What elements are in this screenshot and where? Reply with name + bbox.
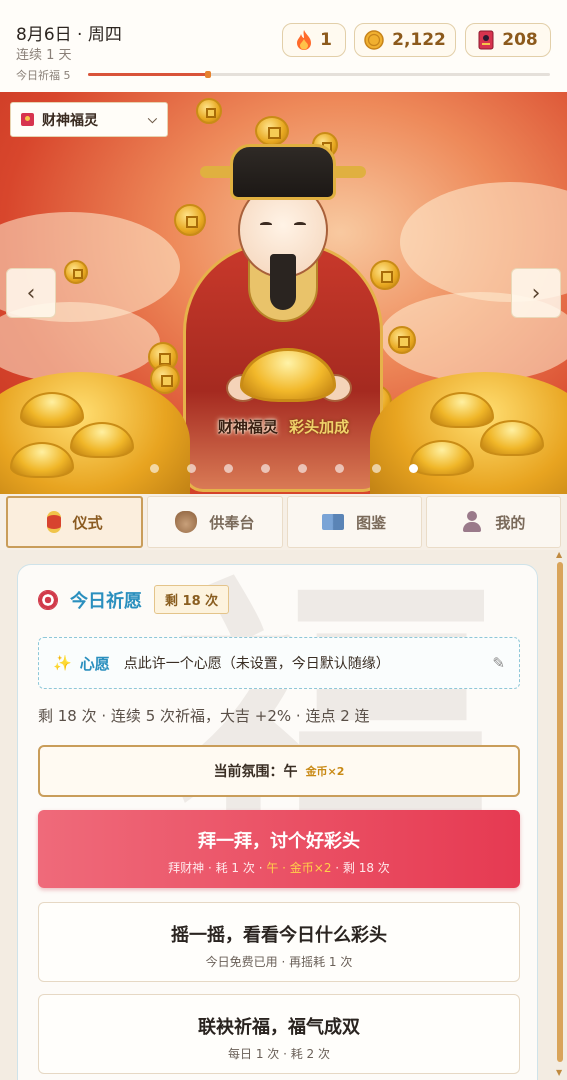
tab-ritual[interactable]: 仪式 [6, 496, 144, 548]
pagination-dot[interactable] [297, 464, 307, 473]
coin-icon [364, 30, 384, 50]
tab-label: 图鉴 [356, 513, 387, 532]
wish-input-box[interactable]: ✨ 心愿 点此许一个心愿（未设置，今日默认随缘） ✎ [38, 637, 520, 689]
sparkle-icon: ✨ [53, 654, 72, 672]
pagination-dot[interactable] [223, 464, 233, 473]
date-label: 8月6日 · 周四 [16, 25, 122, 45]
wish-text: 点此许一个心愿（未设置，今日默认随缘） [123, 656, 390, 672]
coin-decoration [370, 260, 400, 290]
banner-prev-button[interactable]: ‹ [6, 268, 56, 318]
card-header: 今日祈愿 剩 18 次 [38, 585, 230, 614]
chevron-down-icon: ⌵ [147, 112, 157, 126]
scroll-down-icon[interactable]: ▼ [556, 1068, 562, 1077]
banner-next-button[interactable]: › [511, 268, 561, 318]
coin-decoration [174, 204, 206, 236]
deity-eye [294, 222, 306, 227]
coin-decoration [255, 116, 289, 146]
page-scrollbar[interactable]: ▲ ▼ [556, 550, 563, 1080]
bless-progress-label: 今日祈福 5 [16, 69, 71, 82]
shake-button-title: 摇一摇，看看今日什么彩头 [171, 925, 387, 946]
coin-decoration [196, 98, 222, 124]
lantern-icon [46, 511, 61, 533]
bless-progress-fill [88, 73, 209, 76]
atmosphere-tag: 金币×2 [305, 765, 345, 778]
coin-counter[interactable]: 2,122 [354, 23, 456, 57]
daily-prayer-card: 福 今日祈愿 剩 18 次 ✨ 心愿 点此许一个心愿（未设置，今日默认随缘） ✎… [17, 564, 538, 1080]
deity-select-dropdown[interactable]: 财神福灵 ⌵ [10, 102, 168, 137]
deity-eye [260, 222, 272, 227]
joint-prayer-subtitle: 每日 1 次 · 耗 2 次 [228, 1047, 330, 1061]
main-tabs: 仪式 供奉台 图鉴 我的 [0, 494, 567, 550]
deity-banner[interactable]: 财神福灵 ⌵ ‹ › 财神福灵 彩头加成 [0, 92, 567, 494]
banner-pagination [0, 464, 567, 473]
joint-prayer-button[interactable]: 联袂祈福，福气成双 每日 1 次 · 耗 2 次 [38, 994, 520, 1074]
tab-label: 仪式 [72, 513, 103, 532]
top-status-bar: 8月6日 · 周四 连续 1 天 今日祈福 5 1 2,122 208 [0, 0, 567, 92]
streak-label: 连续 1 天 [16, 48, 72, 63]
pray-sub-suffix: · 剩 18 次 [331, 861, 390, 875]
pagination-dot[interactable] [260, 464, 270, 473]
pencil-icon[interactable]: ✎ [492, 654, 505, 672]
deity-name: 财神福灵 [217, 418, 278, 436]
pray-button-title: 拜一拜，讨个好彩头 [198, 831, 360, 852]
atmosphere-indicator: 当前氛围：午 金币×2 [38, 745, 520, 797]
tab-collection[interactable]: 图鉴 [286, 496, 422, 548]
fire-icon [297, 30, 312, 50]
deity-select-value: 财神福灵 [42, 112, 98, 129]
remaining-badge: 剩 18 次 [154, 585, 230, 614]
offering-bowl-icon [175, 511, 198, 533]
coin-decoration [64, 260, 88, 284]
deity-hat [230, 144, 336, 200]
deity-beard [270, 254, 296, 310]
ritual-panel: 福 今日祈愿 剩 18 次 ✨ 心愿 点此许一个心愿（未设置，今日默认随缘） ✎… [0, 550, 567, 1080]
pray-button-subtitle: 拜财神 · 耗 1 次 · 午 · 金币×2 · 剩 18 次 [38, 859, 520, 876]
tab-label: 我的 [495, 513, 526, 532]
fire-count: 1 [320, 30, 332, 50]
pagination-dot[interactable] [371, 464, 381, 473]
card-count: 208 [502, 30, 538, 50]
tab-profile[interactable]: 我的 [425, 496, 561, 548]
coin-count: 2,122 [392, 30, 446, 50]
pagination-dot[interactable] [334, 464, 344, 473]
chevron-right-icon: › [531, 280, 541, 306]
scroll-thumb[interactable] [557, 562, 563, 1062]
card-icon [478, 30, 494, 50]
prayer-status-line: 剩 18 次 · 连续 5 次祈福，大吉 +2% · 连点 2 连 [38, 707, 370, 725]
atmosphere-label: 当前氛围：午 [213, 764, 298, 780]
card-counter[interactable]: 208 [465, 23, 551, 57]
pray-sub-prefix: 拜财神 · 耗 1 次 · [168, 861, 267, 875]
book-icon [322, 514, 345, 530]
fire-counter[interactable]: 1 [282, 23, 346, 57]
bless-progress-bar [88, 71, 550, 78]
shake-button-subtitle: 今日免费已用 · 再摇耗 1 次 [205, 955, 353, 969]
coin-decoration [388, 326, 416, 354]
wish-label: 心愿 [79, 654, 110, 673]
bless-progress-knob [205, 71, 212, 78]
pagination-dot[interactable] [149, 464, 159, 473]
joint-prayer-title: 联袂祈福，福气成双 [198, 1017, 360, 1038]
pagination-dot[interactable] [408, 464, 418, 473]
banner-caption: 财神福灵 彩头加成 [0, 416, 567, 437]
shake-button[interactable]: 摇一摇，看看今日什么彩头 今日免费已用 · 再摇耗 1 次 [38, 902, 520, 982]
tab-label: 供奉台 [209, 513, 255, 532]
tab-offering-altar[interactable]: 供奉台 [147, 496, 283, 548]
user-icon [461, 511, 483, 533]
chevron-left-icon: ‹ [26, 280, 36, 306]
scroll-up-icon[interactable]: ▲ [556, 550, 562, 559]
pray-sub-highlight: 午 · 金币×2 [266, 861, 332, 875]
deity-bonus: 彩头加成 [289, 418, 350, 436]
deity-card-icon [21, 113, 34, 126]
target-icon [38, 589, 58, 610]
card-title: 今日祈愿 [70, 590, 142, 612]
bless-progress-row: 今日祈福 5 [16, 67, 551, 83]
pray-button[interactable]: 拜一拜，讨个好彩头 拜财神 · 耗 1 次 · 午 · 金币×2 · 剩 18 … [38, 810, 520, 888]
pagination-dot[interactable] [186, 464, 196, 473]
